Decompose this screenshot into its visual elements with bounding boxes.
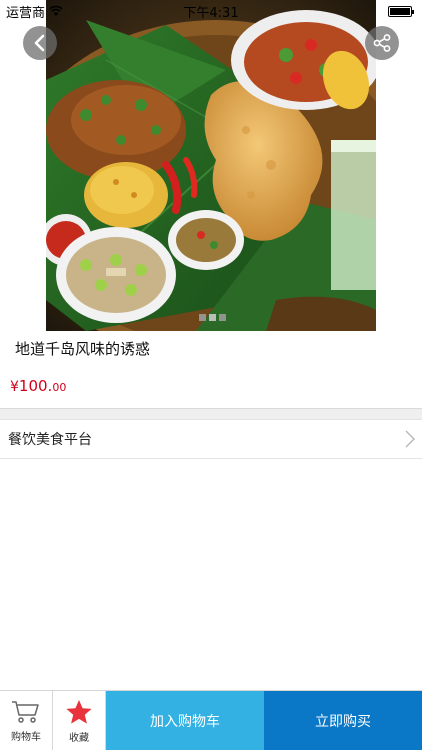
price-currency: ¥ [10,379,19,395]
price-integer: 100. [18,377,53,395]
product-title: 地道千岛风味的诱惑 [15,340,151,358]
pager-dot-1[interactable] [199,314,206,321]
wifi-icon [49,5,63,16]
cart-tab-label: 购物车 [11,731,41,743]
section-divider [0,408,422,420]
chevron-left-icon [34,34,45,52]
status-time: 下午4:31 [183,5,239,21]
product-price: ¥100.00 [10,376,66,395]
food-photo-illustration [46,0,376,331]
favorite-tab-label: 收藏 [69,732,89,744]
status-carrier-group: 运营商 [6,2,63,21]
favorite-tab[interactable]: 收藏 [53,691,106,750]
price-decimal: 00 [52,381,67,394]
pager-dot-3[interactable] [219,314,226,321]
buy-now-button[interactable]: 立即购买 [264,691,422,750]
pager-dot-2[interactable] [209,314,216,321]
product-image[interactable] [46,0,376,331]
bottom-action-bar: 购物车 收藏 加入购物车 立即购买 [0,690,422,750]
share-icon [373,34,391,52]
product-detail-page: 运营商 下午4:31 地道千岛风味的诱惑 ¥100.00 餐饮美食平台 购物车 … [0,0,422,750]
share-button[interactable] [365,26,399,60]
star-icon [66,699,92,724]
image-pager[interactable] [199,314,226,321]
add-to-cart-button[interactable]: 加入购物车 [106,691,264,750]
cart-tab[interactable]: 购物车 [0,691,53,750]
shop-entry-row[interactable]: 餐饮美食平台 [0,420,422,459]
carrier-label: 运营商 [6,5,46,21]
shop-name: 餐饮美食平台 [8,432,92,448]
back-button[interactable] [23,26,57,60]
battery-icon [388,5,414,17]
shopping-cart-icon [12,700,39,723]
chevron-right-icon [405,430,415,448]
status-bar: 运营商 下午4:31 [0,0,422,22]
